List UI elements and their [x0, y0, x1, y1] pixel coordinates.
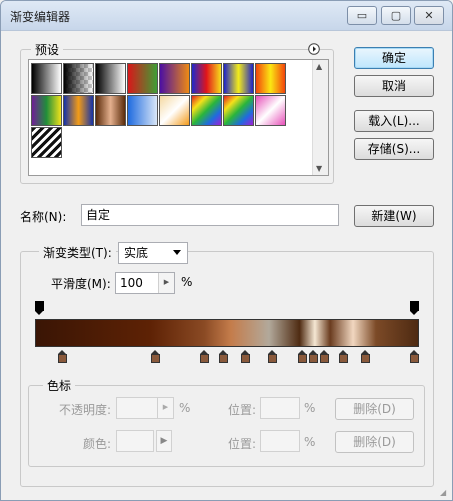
color-stop-marker[interactable]: [410, 350, 419, 363]
preset-swatch[interactable]: [191, 95, 222, 126]
preset-swatch[interactable]: [159, 95, 190, 126]
preset-swatch[interactable]: [127, 95, 158, 126]
color-stop-marker[interactable]: [361, 350, 371, 363]
preset-swatch[interactable]: [63, 95, 94, 126]
preset-swatch[interactable]: [95, 95, 126, 126]
preset-swatch[interactable]: [31, 127, 62, 158]
gradient-editor-window: 渐变编辑器 ▭ ▢ ✕ 预设 ▲ ▼ 确定 取消 载入(L)... 存储(S).…: [0, 0, 453, 501]
close-button[interactable]: ✕: [414, 6, 444, 25]
preset-scrollbar[interactable]: ▲ ▼: [312, 60, 328, 175]
name-label: 名称(N):: [20, 210, 67, 224]
opacity-position-input[interactable]: [260, 397, 300, 419]
scroll-up-icon[interactable]: ▲: [316, 62, 322, 71]
smoothness-input[interactable]: 100 ▶: [115, 272, 175, 294]
name-input[interactable]: 自定: [81, 204, 339, 226]
preset-swatch[interactable]: [31, 95, 62, 126]
color-stop-marker[interactable]: [338, 350, 348, 363]
ok-button[interactable]: 确定: [354, 47, 434, 69]
color-stop-marker[interactable]: [241, 350, 251, 363]
opacity-input[interactable]: ▶: [116, 397, 174, 419]
preset-swatch[interactable]: [31, 63, 62, 94]
presets-label: 预设: [31, 41, 64, 58]
save-button[interactable]: 存储(S)...: [354, 138, 434, 160]
opacity-stop-marker[interactable]: [410, 301, 419, 316]
gradient-preview-bar[interactable]: [35, 319, 419, 347]
circle-arrow-right-icon[interactable]: [308, 43, 320, 55]
color-position-label: 位置:: [228, 437, 257, 451]
preset-swatch[interactable]: [223, 63, 254, 94]
minimize-button[interactable]: ▭: [347, 6, 377, 25]
opacity-stop-marker[interactable]: [35, 301, 44, 316]
load-button[interactable]: 载入(L)...: [354, 110, 434, 132]
preset-swatch[interactable]: [63, 63, 94, 94]
opacity-position-label: 位置:: [228, 403, 257, 417]
color-stop-marker[interactable]: [267, 350, 277, 363]
gradient-type-select[interactable]: 实底: [118, 242, 188, 264]
cancel-button[interactable]: 取消: [354, 75, 434, 97]
new-button[interactable]: 新建(W): [354, 205, 434, 227]
color-stop-marker[interactable]: [218, 350, 228, 363]
color-stop-marker[interactable]: [297, 350, 307, 363]
stepper-arrow-icon[interactable]: ▶: [158, 273, 174, 293]
title-bar[interactable]: 渐变编辑器 ▭ ▢ ✕: [1, 1, 452, 31]
smoothness-value: 100: [120, 276, 143, 290]
preset-swatch[interactable]: [95, 63, 126, 94]
stepper-arrow-icon[interactable]: ▶: [157, 398, 173, 418]
smoothness-label: 平滑度(M):: [51, 277, 111, 291]
restore-icon: ▢: [390, 9, 402, 22]
delete-color-stop-button[interactable]: 删除(D): [335, 431, 414, 453]
color-picker-arrow-icon[interactable]: ▶: [156, 430, 172, 452]
gradient-type-value: 实底: [124, 246, 149, 260]
color-swatch[interactable]: [116, 430, 154, 452]
preset-swatch[interactable]: [255, 95, 286, 126]
restore-button[interactable]: ▢: [381, 6, 411, 25]
smoothness-unit: %: [181, 275, 193, 289]
preset-swatch[interactable]: [191, 63, 222, 94]
preset-swatch-list[interactable]: ▲ ▼: [28, 59, 329, 176]
chevron-down-icon: [173, 250, 181, 255]
preset-swatch[interactable]: [159, 63, 190, 94]
color-stop-marker[interactable]: [308, 350, 318, 363]
window-title: 渐变编辑器: [10, 10, 71, 24]
delete-opacity-stop-button[interactable]: 删除(D): [335, 398, 414, 420]
color-label: 颜色:: [83, 437, 112, 451]
preset-swatch[interactable]: [255, 63, 286, 94]
opacity-position-unit: %: [304, 401, 316, 415]
scroll-down-icon[interactable]: ▼: [316, 164, 322, 173]
color-position-unit: %: [304, 435, 316, 449]
preset-swatch[interactable]: [223, 95, 254, 126]
color-position-input[interactable]: [260, 430, 300, 452]
gradient-type-label: 渐变类型(T):: [39, 244, 116, 261]
color-stop-marker[interactable]: [57, 350, 67, 363]
color-stop-marker[interactable]: [320, 350, 329, 363]
preset-swatch[interactable]: [127, 63, 158, 94]
opacity-label: 不透明度:: [59, 403, 112, 417]
color-stop-marker[interactable]: [151, 350, 161, 363]
opacity-unit: %: [179, 401, 191, 415]
resize-grip-icon[interactable]: ◢: [440, 488, 450, 498]
minimize-icon: ▭: [356, 9, 368, 22]
color-stops-label: 色标: [43, 377, 76, 394]
color-stop-marker[interactable]: [200, 350, 209, 363]
close-icon: ✕: [424, 9, 434, 22]
